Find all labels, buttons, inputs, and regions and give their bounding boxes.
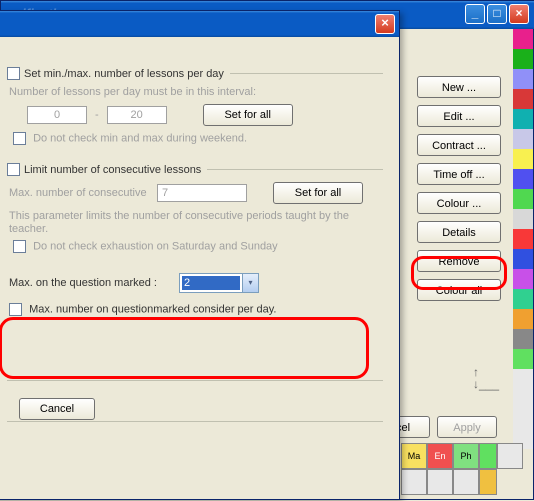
label-no-satsun: Do not check exhaustion on Saturday and … xyxy=(33,240,278,252)
color-strip xyxy=(513,29,533,501)
background-close-button[interactable]: × xyxy=(509,4,529,24)
input-max-consecutive[interactable]: 7 xyxy=(157,184,247,202)
input-max-lessons[interactable]: 20 xyxy=(107,106,167,124)
arrow-down-icon[interactable]: ↓___ xyxy=(473,378,499,390)
checkbox-no-satsun[interactable] xyxy=(13,240,26,253)
colour-button[interactable]: Colour ... xyxy=(417,192,501,214)
checkbox-limit-consecutive[interactable] xyxy=(7,163,20,176)
label-max-question-marked: Max. on the question marked : xyxy=(9,277,169,289)
combo-max-question-marked[interactable]: 2 ▾ xyxy=(179,273,259,293)
desc-consecutive: This parameter limits the number of cons… xyxy=(9,210,383,236)
grid-cell xyxy=(427,469,453,495)
grid-cell xyxy=(453,469,479,495)
section-lessons-per-day: Set min./max. number of lessons per day … xyxy=(7,67,383,145)
set-for-all-button-2[interactable]: Set for all xyxy=(273,182,363,204)
right-button-panel: New ... Edit ... Contract ... Time off .… xyxy=(417,76,501,308)
grid-cell xyxy=(497,443,523,469)
apply-button: Apply xyxy=(437,416,497,438)
dash: - xyxy=(95,109,99,121)
edit-button[interactable]: Edit ... xyxy=(417,105,501,127)
maximize-button[interactable]: □ xyxy=(487,4,507,24)
combo-selected-value: 2 xyxy=(182,276,240,290)
chevron-down-icon: ▾ xyxy=(242,274,258,292)
reorder-arrows: ↑ ↓___ xyxy=(473,366,499,390)
colour-all-button[interactable]: Colour all xyxy=(417,279,501,301)
grid-cell xyxy=(479,469,497,495)
section-consecutive: Limit number of consecutive lessons Max.… xyxy=(7,163,383,253)
label-max-consecutive: Max. number of consecutive xyxy=(9,187,149,199)
checkbox-per-day[interactable] xyxy=(9,303,22,316)
label-set-min-max: Set min./max. number of lessons per day xyxy=(24,68,224,80)
checkbox-no-weekend[interactable] xyxy=(13,132,26,145)
dialog-close-button[interactable]: × xyxy=(375,14,395,34)
foreground-dialog: × Set min./max. number of lessons per da… xyxy=(0,10,400,500)
grid-cell-en: En xyxy=(427,443,453,469)
cancel-button[interactable]: Cancel xyxy=(19,398,95,420)
new-button[interactable]: New ... xyxy=(417,76,501,98)
grid-cell xyxy=(479,443,497,469)
label-limit-consecutive: Limit number of consecutive lessons xyxy=(24,164,201,176)
dialog-body: Set min./max. number of lessons per day … xyxy=(0,37,399,434)
question-marked-highlight xyxy=(0,317,369,379)
grid-cell xyxy=(401,469,427,495)
remove-button[interactable]: Remove xyxy=(417,250,501,272)
label-per-day: Max. number on questionmarked consider p… xyxy=(29,303,276,315)
timetable-grid-fragment: Ma En Ph xyxy=(401,443,534,495)
time-off-button[interactable]: Time off ... xyxy=(417,163,501,185)
section-question-marked: Max. on the question marked : 2 ▾ Max. n… xyxy=(7,273,383,316)
details-button[interactable]: Details xyxy=(417,221,501,243)
set-for-all-button-1[interactable]: Set for all xyxy=(203,104,293,126)
hint-interval: Number of lessons per day must be in thi… xyxy=(9,86,383,98)
input-min-lessons[interactable]: 0 xyxy=(27,106,87,124)
label-no-weekend: Do not check min and max during weekend. xyxy=(33,132,247,144)
grid-cell-ph: Ph xyxy=(453,443,479,469)
grid-cell-ma: Ma xyxy=(401,443,427,469)
checkbox-set-min-max[interactable] xyxy=(7,67,20,80)
dialog-titlebar: × xyxy=(0,11,399,37)
contract-button[interactable]: Contract ... xyxy=(417,134,501,156)
minimize-button[interactable]: _ xyxy=(465,4,485,24)
